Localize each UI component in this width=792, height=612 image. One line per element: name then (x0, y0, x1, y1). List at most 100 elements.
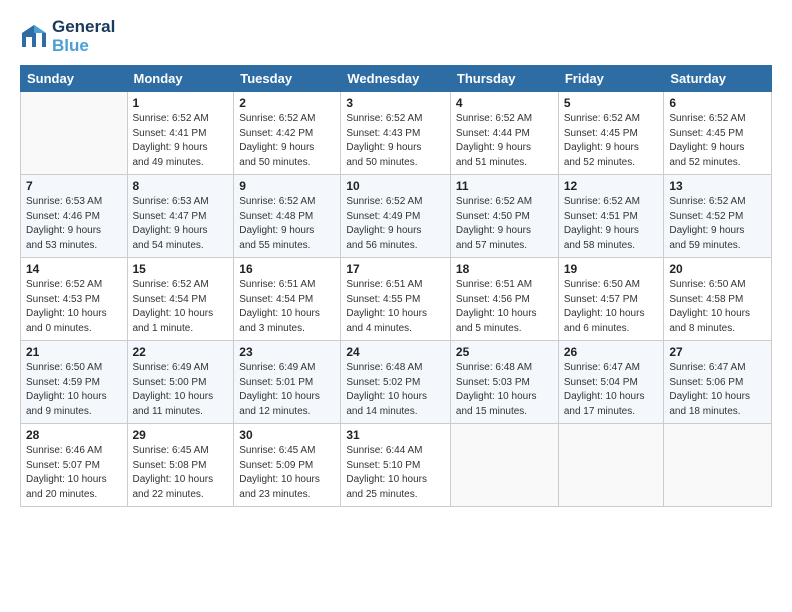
day-number: 2 (239, 96, 335, 110)
day-number: 17 (346, 262, 445, 276)
weekday-sunday: Sunday (21, 66, 128, 92)
calendar-cell (664, 424, 772, 507)
calendar-cell: 15 Sunrise: 6:52 AMSunset: 4:54 PMDayligh… (127, 258, 234, 341)
calendar-cell: 14 Sunrise: 6:52 AMSunset: 4:53 PMDayligh… (21, 258, 128, 341)
day-number: 20 (669, 262, 766, 276)
day-info: Sunrise: 6:48 AMSunset: 5:03 PMDaylight:… (456, 361, 553, 419)
day-info: Sunrise: 6:52 AMSunset: 4:49 PMDaylight:… (346, 195, 445, 253)
day-info: Sunrise: 6:47 AMSunset: 5:06 PMDaylight:… (669, 361, 766, 419)
calendar-cell: 6Sunrise: 6:52 AMSunset: 4:45 PMDaylight… (664, 92, 772, 175)
day-number: 19 (564, 262, 659, 276)
logo-icon (20, 23, 48, 51)
calendar-cell: 8 Sunrise: 6:53 AMSunset: 4:47 PMDaylight… (127, 175, 234, 258)
calendar-cell: 16 Sunrise: 6:51 AMSunset: 4:54 PMDayligh… (234, 258, 341, 341)
calendar-cell: 4 Sunrise: 6:52 AMSunset: 4:44 PMDaylight… (450, 92, 558, 175)
day-info: Sunrise: 6:45 AMSunset: 5:08 PMDaylight:… (133, 444, 229, 502)
weekday-friday: Friday (558, 66, 664, 92)
calendar-cell: 12Sunrise: 6:52 AMSunset: 4:51 PMDayligh… (558, 175, 664, 258)
weekday-monday: Monday (127, 66, 234, 92)
calendar-cell: 19 Sunrise: 6:50 AMSunset: 4:57 PMDayligh… (558, 258, 664, 341)
weekday-saturday: Saturday (664, 66, 772, 92)
day-number: 28 (26, 428, 122, 442)
calendar-cell: 31Sunrise: 6:44 AMSunset: 5:10 PMDayligh… (341, 424, 451, 507)
day-number: 27 (669, 345, 766, 359)
day-info: Sunrise: 6:52 AMSunset: 4:45 PMDaylight:… (669, 112, 766, 170)
calendar-cell: 7 Sunrise: 6:53 AMSunset: 4:46 PMDaylight… (21, 175, 128, 258)
day-info: Sunrise: 6:52 AMSunset: 4:48 PMDaylight:… (239, 195, 335, 253)
day-info: Sunrise: 6:50 AMSunset: 4:58 PMDaylight:… (669, 278, 766, 336)
day-number: 7 (26, 179, 122, 193)
calendar-cell: 27 Sunrise: 6:47 AMSunset: 5:06 PMDayligh… (664, 341, 772, 424)
day-info: Sunrise: 6:51 AMSunset: 4:54 PMDaylight:… (239, 278, 335, 336)
calendar-cell (21, 92, 128, 175)
calendar-cell: 26Sunrise: 6:47 AMSunset: 5:04 PMDayligh… (558, 341, 664, 424)
day-number: 14 (26, 262, 122, 276)
calendar-cell: 18 Sunrise: 6:51 AMSunset: 4:56 PMDayligh… (450, 258, 558, 341)
day-info: Sunrise: 6:52 AMSunset: 4:41 PMDaylight:… (133, 112, 229, 170)
calendar-cell: 1 Sunrise: 6:52 AMSunset: 4:41 PMDaylight… (127, 92, 234, 175)
day-info: Sunrise: 6:53 AMSunset: 4:46 PMDaylight:… (26, 195, 122, 253)
day-info: Sunrise: 6:50 AMSunset: 4:59 PMDaylight:… (26, 361, 122, 419)
day-number: 10 (346, 179, 445, 193)
calendar-table: SundayMondayTuesdayWednesdayThursdayFrid… (20, 65, 772, 507)
day-number: 1 (133, 96, 229, 110)
day-number: 24 (346, 345, 445, 359)
day-number: 5 (564, 96, 659, 110)
day-number: 26 (564, 345, 659, 359)
weekday-wednesday: Wednesday (341, 66, 451, 92)
day-number: 23 (239, 345, 335, 359)
week-row-3: 14 Sunrise: 6:52 AMSunset: 4:53 PMDayligh… (21, 258, 772, 341)
day-info: Sunrise: 6:52 AMSunset: 4:51 PMDaylight:… (564, 195, 659, 253)
week-row-4: 21 Sunrise: 6:50 AMSunset: 4:59 PMDayligh… (21, 341, 772, 424)
calendar-cell: 21 Sunrise: 6:50 AMSunset: 4:59 PMDayligh… (21, 341, 128, 424)
day-info: Sunrise: 6:45 AMSunset: 5:09 PMDaylight:… (239, 444, 335, 502)
calendar-cell: 17 Sunrise: 6:51 AMSunset: 4:55 PMDayligh… (341, 258, 451, 341)
calendar-cell: 30 Sunrise: 6:45 AMSunset: 5:09 PMDayligh… (234, 424, 341, 507)
calendar-cell: 22Sunrise: 6:49 AMSunset: 5:00 PMDayligh… (127, 341, 234, 424)
logo: General Blue (20, 18, 115, 55)
day-number: 25 (456, 345, 553, 359)
day-info: Sunrise: 6:52 AMSunset: 4:42 PMDaylight:… (239, 112, 335, 170)
day-info: Sunrise: 6:52 AMSunset: 4:44 PMDaylight:… (456, 112, 553, 170)
day-info: Sunrise: 6:52 AMSunset: 4:43 PMDaylight:… (346, 112, 445, 170)
day-info: Sunrise: 6:46 AMSunset: 5:07 PMDaylight:… (26, 444, 122, 502)
header: General Blue (20, 18, 772, 55)
weekday-tuesday: Tuesday (234, 66, 341, 92)
week-row-5: 28 Sunrise: 6:46 AMSunset: 5:07 PMDayligh… (21, 424, 772, 507)
day-number: 21 (26, 345, 122, 359)
day-number: 18 (456, 262, 553, 276)
day-number: 11 (456, 179, 553, 193)
day-info: Sunrise: 6:52 AMSunset: 4:45 PMDaylight:… (564, 112, 659, 170)
day-number: 30 (239, 428, 335, 442)
day-info: Sunrise: 6:51 AMSunset: 4:56 PMDaylight:… (456, 278, 553, 336)
week-row-1: 1 Sunrise: 6:52 AMSunset: 4:41 PMDaylight… (21, 92, 772, 175)
calendar-cell (450, 424, 558, 507)
calendar-cell: 5 Sunrise: 6:52 AMSunset: 4:45 PMDaylight… (558, 92, 664, 175)
calendar-cell: 29Sunrise: 6:45 AMSunset: 5:08 PMDayligh… (127, 424, 234, 507)
calendar-cell: 10 Sunrise: 6:52 AMSunset: 4:49 PMDayligh… (341, 175, 451, 258)
day-info: Sunrise: 6:53 AMSunset: 4:47 PMDaylight:… (133, 195, 229, 253)
day-info: Sunrise: 6:52 AMSunset: 4:53 PMDaylight:… (26, 278, 122, 336)
day-info: Sunrise: 6:49 AMSunset: 5:00 PMDaylight:… (133, 361, 229, 419)
day-info: Sunrise: 6:51 AMSunset: 4:55 PMDaylight:… (346, 278, 445, 336)
day-info: Sunrise: 6:52 AMSunset: 4:50 PMDaylight:… (456, 195, 553, 253)
day-number: 8 (133, 179, 229, 193)
day-number: 16 (239, 262, 335, 276)
calendar-cell: 9 Sunrise: 6:52 AMSunset: 4:48 PMDaylight… (234, 175, 341, 258)
day-number: 31 (346, 428, 445, 442)
day-info: Sunrise: 6:52 AMSunset: 4:54 PMDaylight:… (133, 278, 229, 336)
calendar-cell: 20 Sunrise: 6:50 AMSunset: 4:58 PMDayligh… (664, 258, 772, 341)
day-info: Sunrise: 6:49 AMSunset: 5:01 PMDaylight:… (239, 361, 335, 419)
day-number: 9 (239, 179, 335, 193)
day-number: 15 (133, 262, 229, 276)
weekday-thursday: Thursday (450, 66, 558, 92)
calendar-cell: 3Sunrise: 6:52 AMSunset: 4:43 PMDaylight… (341, 92, 451, 175)
day-info: Sunrise: 6:48 AMSunset: 5:02 PMDaylight:… (346, 361, 445, 419)
week-row-2: 7 Sunrise: 6:53 AMSunset: 4:46 PMDaylight… (21, 175, 772, 258)
calendar-cell: 28 Sunrise: 6:46 AMSunset: 5:07 PMDayligh… (21, 424, 128, 507)
day-number: 4 (456, 96, 553, 110)
day-info: Sunrise: 6:52 AMSunset: 4:52 PMDaylight:… (669, 195, 766, 253)
calendar-cell: 11 Sunrise: 6:52 AMSunset: 4:50 PMDayligh… (450, 175, 558, 258)
day-info: Sunrise: 6:50 AMSunset: 4:57 PMDaylight:… (564, 278, 659, 336)
calendar-cell: 23 Sunrise: 6:49 AMSunset: 5:01 PMDayligh… (234, 341, 341, 424)
